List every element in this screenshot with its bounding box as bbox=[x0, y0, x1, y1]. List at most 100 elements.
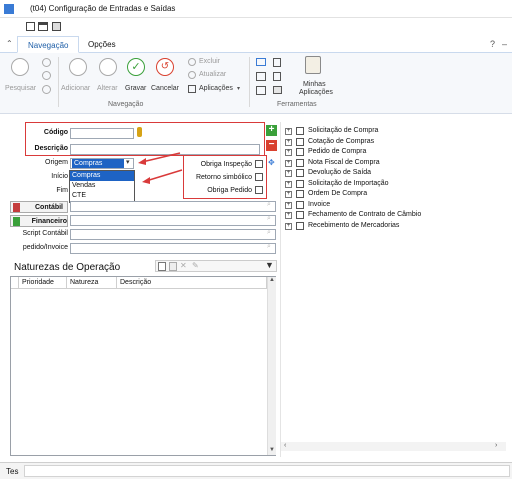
search-icon[interactable]: ⌕ bbox=[267, 243, 271, 251]
cancelar-button[interactable]: Cancelar bbox=[151, 85, 179, 92]
tree-checkbox[interactable] bbox=[296, 158, 304, 167]
scroll-icon[interactable] bbox=[305, 56, 321, 74]
expand-icon[interactable]: + bbox=[285, 191, 292, 198]
tree-checkbox[interactable] bbox=[296, 221, 304, 230]
scroll-up-icon[interactable]: ▲ bbox=[269, 277, 275, 283]
tree-item[interactable]: + Invoice bbox=[285, 200, 500, 211]
report-icon[interactable] bbox=[256, 72, 266, 81]
obriga-pedido-checkbox[interactable] bbox=[255, 186, 263, 194]
expand-icon[interactable]: + bbox=[285, 180, 292, 188]
tree-checkbox[interactable] bbox=[296, 211, 304, 219]
alterar-button[interactable]: Alterar bbox=[97, 85, 118, 92]
tab-opcoes[interactable]: Opções bbox=[78, 36, 126, 53]
chevron-down-icon[interactable]: ▾ bbox=[126, 158, 130, 166]
col-prioridade[interactable]: Prioridade bbox=[19, 277, 67, 289]
key-icon[interactable] bbox=[137, 127, 142, 137]
add-icon[interactable] bbox=[69, 58, 87, 76]
financeiro-button[interactable]: Financeiro bbox=[10, 215, 68, 227]
edit-icon[interactable] bbox=[99, 58, 117, 76]
minhas-label[interactable]: Minhas bbox=[303, 81, 326, 88]
tree-checkbox[interactable] bbox=[296, 169, 304, 177]
chevron-down-icon[interactable]: ▾ bbox=[237, 85, 240, 92]
col-descricao[interactable]: Descrição bbox=[117, 277, 267, 289]
tree-checkbox[interactable] bbox=[296, 127, 304, 135]
retorno-simbolico-checkbox[interactable] bbox=[255, 173, 263, 181]
refresh-icon[interactable] bbox=[188, 71, 196, 79]
pesquisar-button[interactable]: Pesquisar bbox=[5, 85, 36, 92]
obriga-inspecao-checkbox[interactable] bbox=[255, 160, 263, 168]
gravar-button[interactable]: Gravar bbox=[125, 85, 146, 92]
tree-hscroll[interactable]: ‹ › bbox=[281, 442, 506, 451]
tree-item[interactable]: + Nota Fiscal de Compra bbox=[285, 158, 500, 169]
search-icon[interactable]: ⌕ bbox=[267, 229, 271, 237]
tree-checkbox[interactable] bbox=[296, 137, 304, 146]
tree-item[interactable]: + Fechamento de Contrato de Câmbio bbox=[285, 211, 500, 221]
grid-icon[interactable] bbox=[26, 22, 35, 31]
chat-icon[interactable] bbox=[256, 58, 266, 66]
collapse-ribbon-icon[interactable]: ⌃ bbox=[6, 39, 13, 48]
origem-option-compras[interactable]: Compras bbox=[70, 171, 134, 181]
contabil-field[interactable] bbox=[70, 201, 276, 212]
status-field[interactable] bbox=[24, 465, 510, 477]
scroll-left-icon[interactable]: ‹ bbox=[284, 442, 286, 449]
search-icon[interactable] bbox=[11, 58, 29, 76]
aplicacoes-button[interactable]: Aplicações bbox=[199, 85, 233, 92]
tree-checkbox[interactable] bbox=[296, 148, 304, 156]
document-icon[interactable] bbox=[273, 72, 281, 81]
pedido-invoice-field[interactable] bbox=[70, 243, 276, 254]
list-icon[interactable] bbox=[256, 86, 266, 95]
expand-icon[interactable]: + bbox=[285, 222, 292, 230]
small-arrow-icon[interactable] bbox=[42, 58, 51, 67]
expand-icon[interactable]: + bbox=[285, 212, 292, 219]
tree-item[interactable]: + Recebimento de Mercadorias bbox=[285, 221, 500, 232]
tree-item[interactable]: + Cotação de Compras bbox=[285, 137, 500, 148]
save-icon[interactable] bbox=[169, 262, 177, 271]
filter-icon[interactable]: ▼ bbox=[265, 260, 274, 270]
expand-icon[interactable]: + bbox=[285, 128, 292, 135]
print-icon[interactable] bbox=[52, 22, 61, 31]
apps-icon[interactable] bbox=[188, 85, 196, 93]
tree-checkbox[interactable] bbox=[296, 190, 304, 198]
help-icon[interactable]: ? bbox=[490, 39, 495, 49]
expand-icon[interactable]: + bbox=[285, 138, 292, 146]
expand-icon[interactable]: + bbox=[285, 159, 292, 167]
tree-checkbox[interactable] bbox=[296, 200, 304, 209]
tree-item[interactable]: + Solicitação de Importação bbox=[285, 179, 500, 190]
codigo-field[interactable] bbox=[70, 128, 134, 139]
small-filter-icon[interactable] bbox=[42, 71, 51, 80]
atualizar-button[interactable]: Atualizar bbox=[199, 71, 226, 78]
add-record-button[interactable]: + bbox=[266, 125, 277, 136]
excluir-button[interactable]: Excluir bbox=[199, 58, 220, 65]
edit-icon[interactable]: ✎ bbox=[192, 261, 199, 270]
script-contabil-field[interactable] bbox=[70, 229, 276, 240]
delete-icon[interactable] bbox=[188, 58, 196, 66]
expand-icon[interactable]: + bbox=[285, 170, 292, 177]
cancel-icon[interactable]: ↺ bbox=[156, 58, 174, 76]
expand-icon[interactable]: + bbox=[285, 149, 292, 156]
scroll-down-icon[interactable]: ▼ bbox=[269, 447, 275, 453]
origem-option-vendas[interactable]: Vendas bbox=[70, 181, 134, 191]
new-icon[interactable] bbox=[158, 262, 166, 271]
tree-item[interactable]: + Ordem De Compra bbox=[285, 190, 500, 200]
expand-icon[interactable]: + bbox=[285, 201, 292, 209]
check-icon[interactable]: ✓ bbox=[127, 58, 145, 76]
tree-item[interactable]: + Solicitação de Compra bbox=[285, 127, 500, 137]
calendar-icon[interactable] bbox=[38, 22, 48, 31]
move-icon[interactable]: ✥ bbox=[268, 158, 275, 167]
search-icon[interactable]: ⌕ bbox=[267, 215, 271, 223]
tab-navegacao[interactable]: Navegação bbox=[17, 36, 80, 53]
financeiro-field[interactable] bbox=[70, 215, 276, 226]
minimize-icon[interactable]: – bbox=[502, 39, 507, 49]
origem-option-cte[interactable]: CTE bbox=[70, 191, 134, 201]
col-natureza[interactable]: Natureza bbox=[67, 277, 117, 289]
tree-item[interactable]: + Devolução de Saída bbox=[285, 169, 500, 179]
table-vscroll[interactable]: ▲ ▼ bbox=[267, 277, 276, 455]
scroll-right-icon[interactable]: › bbox=[495, 442, 497, 449]
printer-icon[interactable] bbox=[273, 86, 282, 94]
contabil-button[interactable]: Contábil bbox=[10, 201, 68, 213]
search-icon[interactable]: ⌕ bbox=[267, 201, 271, 209]
tree-checkbox[interactable] bbox=[296, 179, 304, 188]
adicionar-button[interactable]: Adicionar bbox=[61, 85, 90, 92]
tree-item[interactable]: + Pedido de Compra bbox=[285, 148, 500, 158]
minhas-aplicacoes-button[interactable]: Aplicações bbox=[299, 89, 333, 96]
